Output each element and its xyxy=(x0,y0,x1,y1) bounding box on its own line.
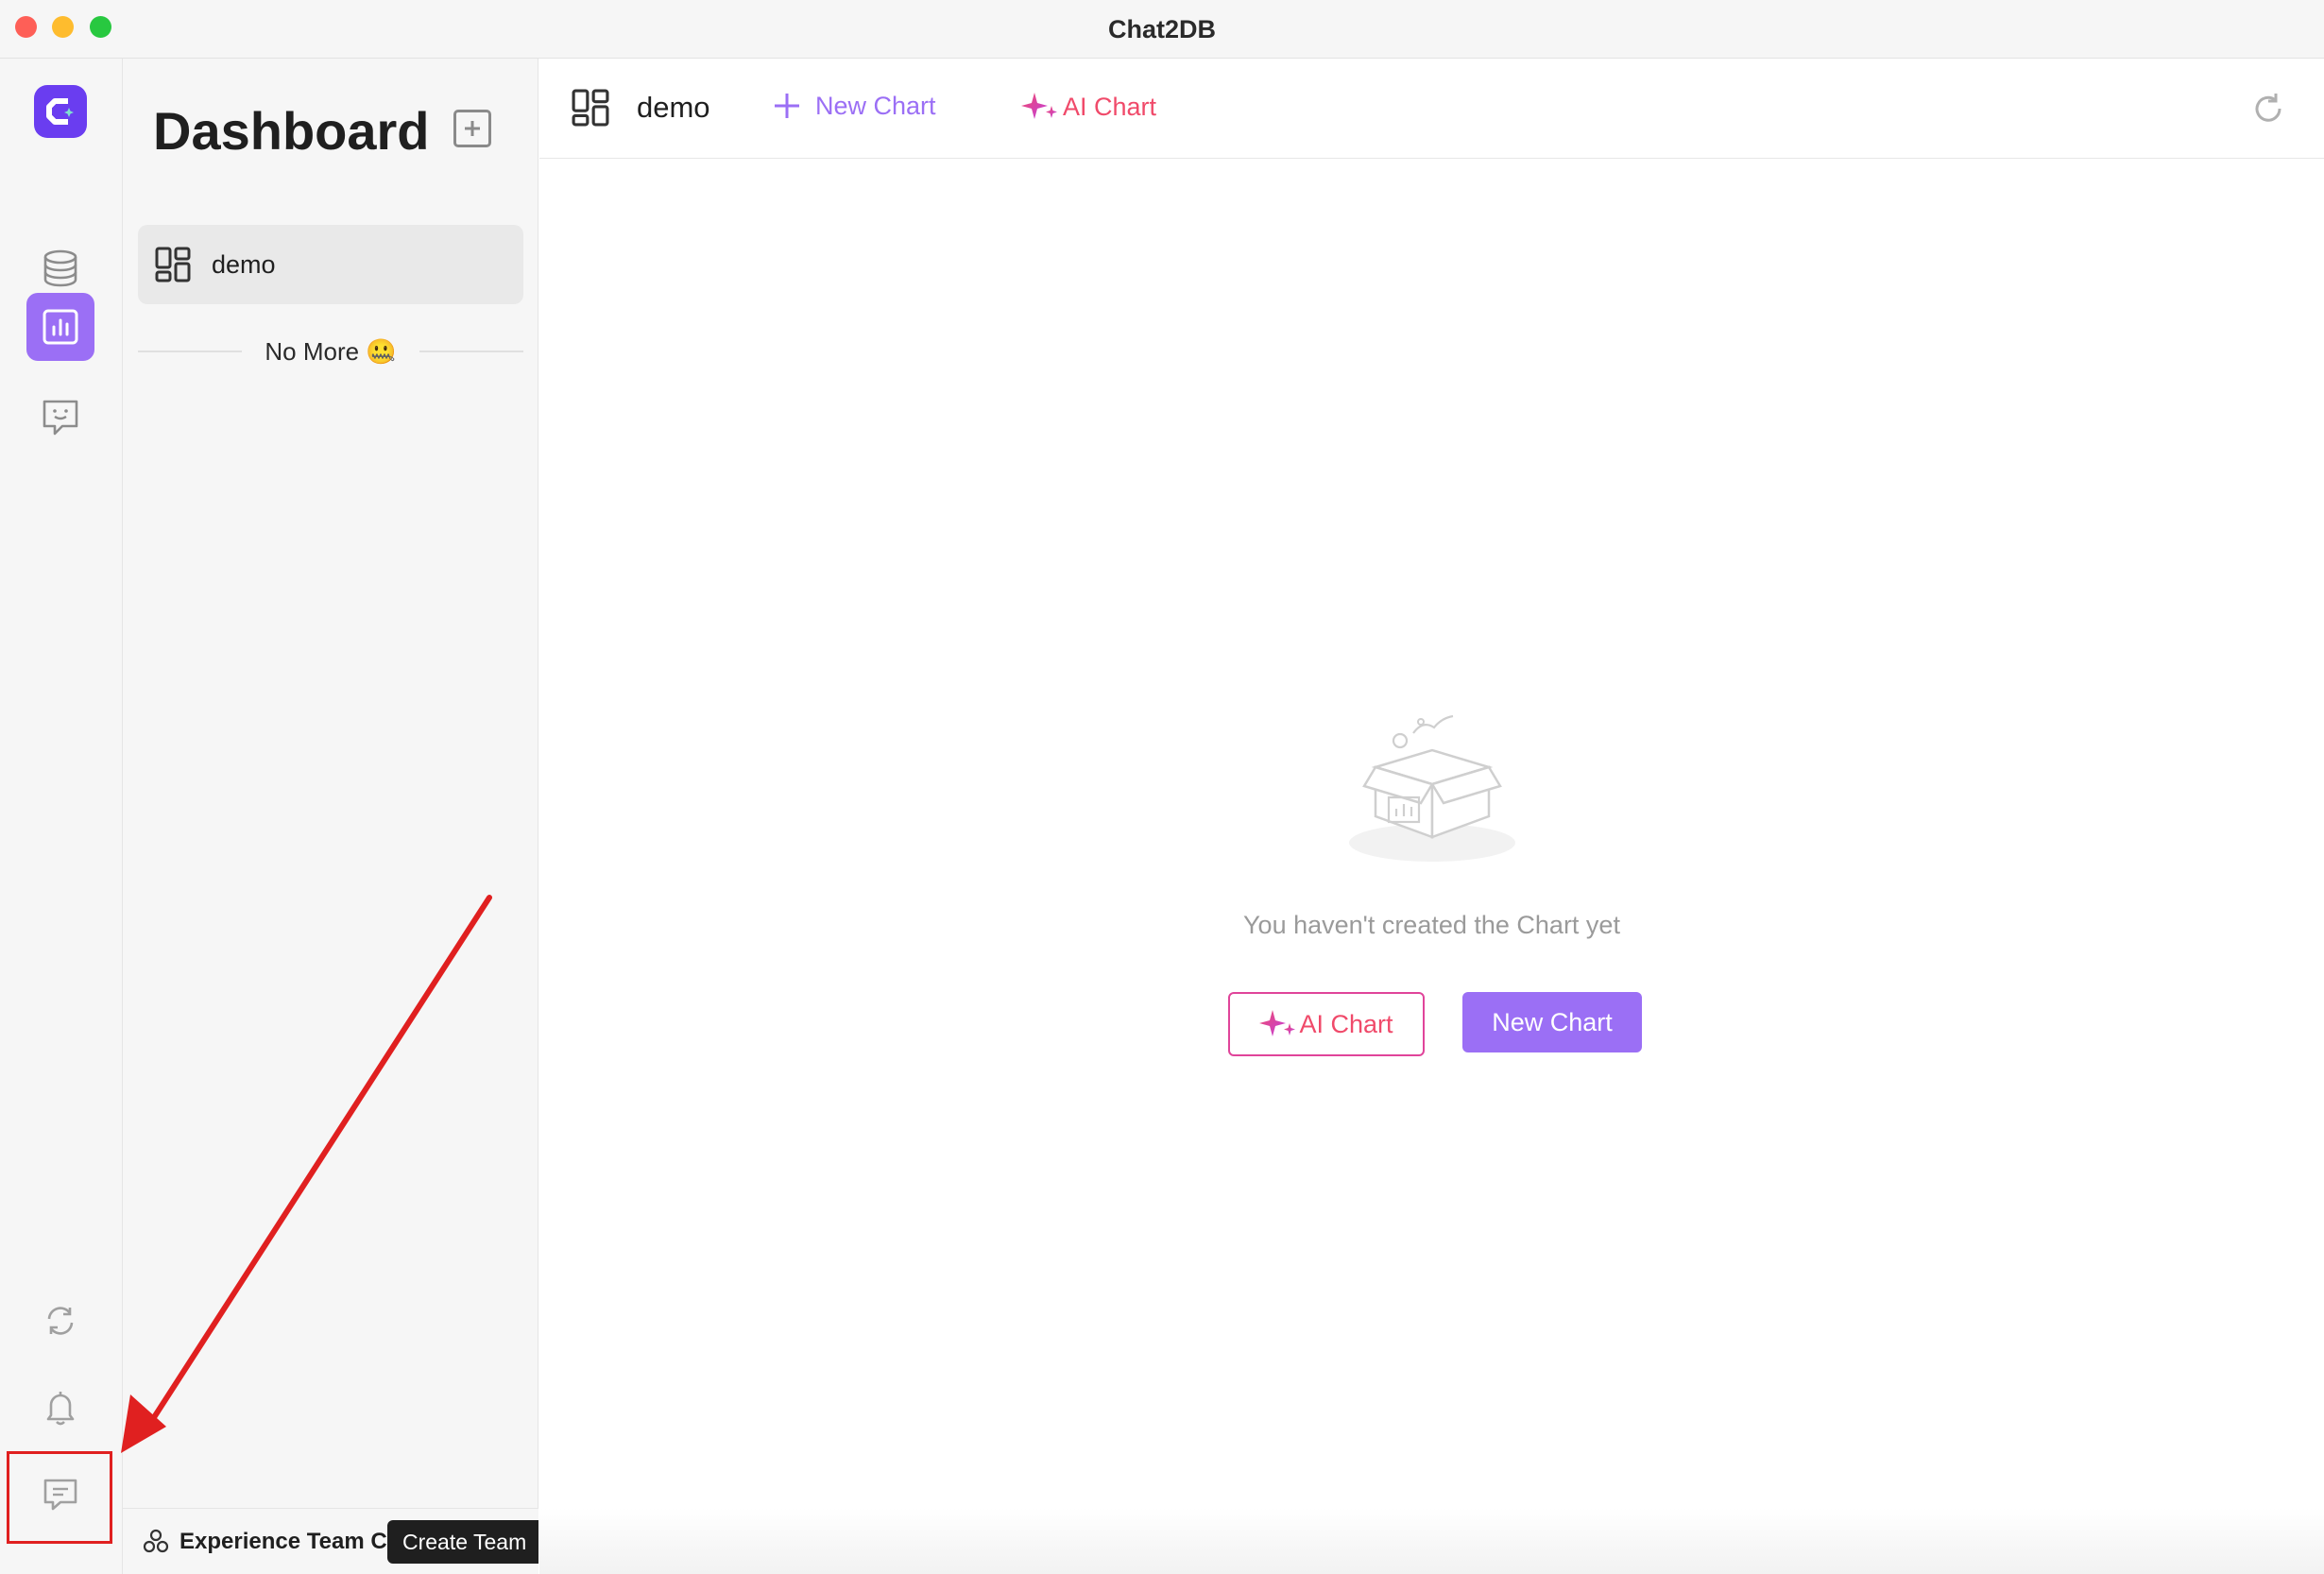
database-icon xyxy=(43,249,77,287)
title-bar: Chat2DB xyxy=(0,0,2324,59)
window-title: Chat2DB xyxy=(1107,15,1216,43)
add-dashboard-button[interactable] xyxy=(453,110,491,147)
dashboard-icon xyxy=(155,247,191,282)
list-end-divider: No More 🤐 xyxy=(138,333,524,370)
empty-ai-chart-button[interactable]: AI Chart xyxy=(1228,992,1425,1056)
team-icon xyxy=(143,1529,169,1552)
main-content: demo New Chart AI Chart You haven't crea… xyxy=(539,59,2324,1574)
plus-icon xyxy=(465,121,480,136)
empty-new-chart-button[interactable]: New Chart xyxy=(1462,992,1642,1052)
rail-item-dashboard[interactable] xyxy=(26,293,94,361)
icon-rail xyxy=(0,59,123,1574)
bottom-fade xyxy=(539,1508,2324,1574)
new-chart-link[interactable]: New Chart xyxy=(772,91,936,121)
no-more-text: No More 🤐 xyxy=(265,336,397,366)
refresh-button[interactable] xyxy=(2250,91,2286,131)
chat-bot-icon xyxy=(43,400,78,436)
bar-chart-icon xyxy=(43,309,78,345)
refresh-icon xyxy=(2255,94,2281,122)
rail-item-sync[interactable] xyxy=(26,1287,94,1355)
rail-item-notifications[interactable] xyxy=(26,1374,94,1442)
dashboard-item-label: demo xyxy=(212,249,276,279)
logo-icon xyxy=(46,98,74,125)
toolbar: demo New Chart AI Chart xyxy=(539,59,2324,159)
rail-item-chat[interactable] xyxy=(26,384,94,452)
plus-icon xyxy=(775,94,799,118)
team-name[interactable]: Experience Team C... xyxy=(179,1529,387,1555)
dashboard-icon xyxy=(572,89,609,127)
dashboard-panel: Dashboard demo No More 🤐 Experience Team… xyxy=(123,59,538,1574)
dashboard-title: demo xyxy=(637,91,710,124)
dashboard-list-item[interactable]: demo xyxy=(138,225,523,304)
sparkle-icon xyxy=(1259,1010,1296,1036)
divider-line xyxy=(419,351,524,352)
sync-icon xyxy=(47,1307,74,1335)
bell-icon xyxy=(46,1392,75,1426)
annotation-highlight-box xyxy=(7,1451,112,1544)
ai-chart-label: AI Chart xyxy=(1063,92,1157,121)
create-team-button[interactable]: Create Team xyxy=(387,1520,538,1564)
panel-title: Dashboard xyxy=(153,101,430,161)
team-bar: Experience Team C... Create Team xyxy=(123,1508,538,1574)
empty-box-illustration xyxy=(1349,714,1515,862)
empty-ai-chart-label: AI Chart xyxy=(1299,1009,1393,1038)
new-chart-label: New Chart xyxy=(815,91,936,120)
divider-line xyxy=(138,351,243,352)
ai-chart-link[interactable]: AI Chart xyxy=(1021,91,1156,123)
empty-state-text: You haven't created the Chart yet xyxy=(1243,911,1620,939)
app-logo[interactable] xyxy=(34,85,87,138)
sparkle-icon xyxy=(1021,93,1057,119)
